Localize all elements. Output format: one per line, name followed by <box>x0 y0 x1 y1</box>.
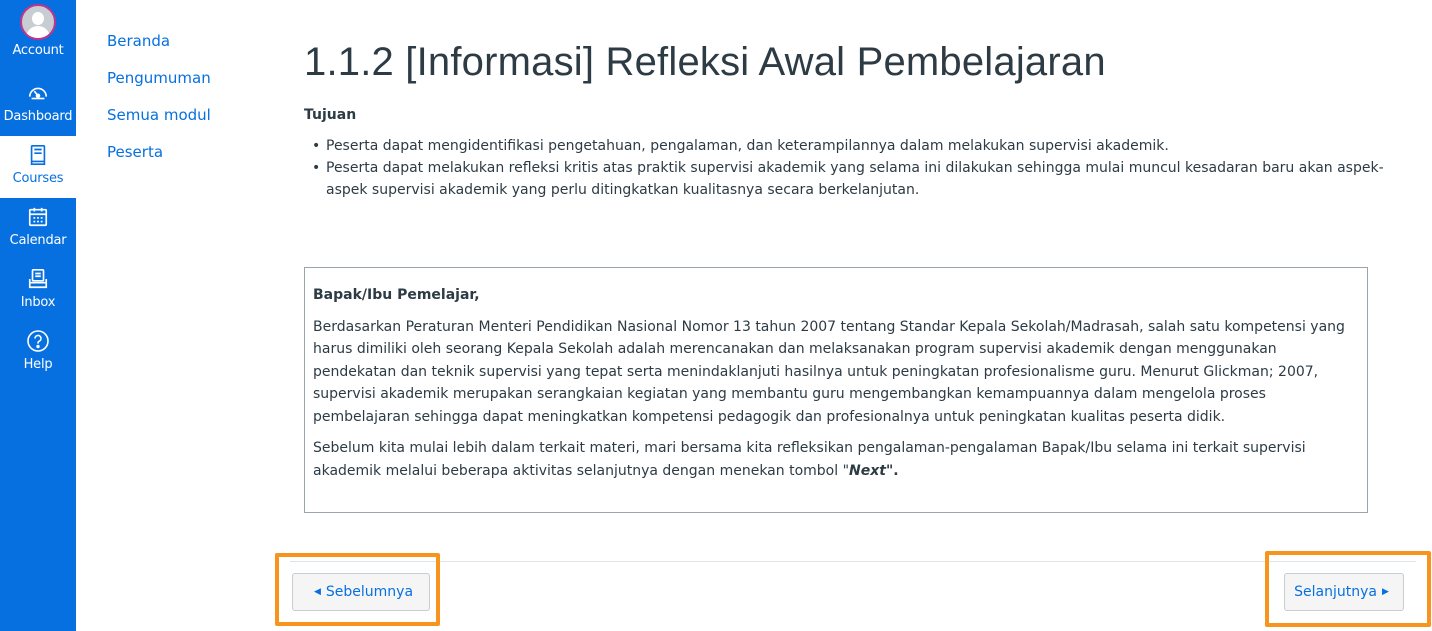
nav-courses-label: Courses <box>12 171 64 186</box>
nav-help-label: Help <box>23 357 53 372</box>
course-nav: Beranda Pengumuman Semua modul Peserta <box>107 30 267 178</box>
nav-account-label: Account <box>12 43 64 58</box>
course-nav-pengumuman[interactable]: Pengumuman <box>107 67 267 104</box>
objective-item: Peserta dapat mengidentifikasi pengetahu… <box>304 135 1394 157</box>
section-heading-tujuan: Tujuan <box>304 107 357 123</box>
caret-right-icon: ▶ <box>1381 587 1389 597</box>
nav-dashboard-label: Dashboard <box>3 109 73 124</box>
notice-greeting: Bapak/Ibu Pemelajar, <box>313 287 480 303</box>
next-emphasis: Next <box>849 462 886 479</box>
objective-item: Peserta dapat melakukan refleksi kritis … <box>304 157 1394 201</box>
nav-calendar-label: Calendar <box>9 233 67 248</box>
nav-account[interactable]: Account <box>0 0 76 82</box>
notice-paragraph: Berdasarkan Peraturan Menteri Pendidikan… <box>313 318 1345 425</box>
inbox-icon <box>25 266 51 292</box>
objectives-list: Peserta dapat mengidentifikasi pengetahu… <box>304 135 1394 201</box>
calendar-icon <box>25 204 51 230</box>
help-icon <box>25 328 51 354</box>
nav-help[interactable]: Help <box>0 322 76 384</box>
book-icon <box>25 142 51 168</box>
account-avatar <box>20 4 56 40</box>
nav-dashboard[interactable]: Dashboard <box>0 74 76 136</box>
notice-paragraph: Sebelum kita mulai lebih dalam terkait m… <box>313 437 1359 482</box>
course-nav-semua-modul[interactable]: Semua modul <box>107 104 267 141</box>
notice-box: Bapak/Ibu Pemelajar, Berdasarkan Peratur… <box>304 267 1368 513</box>
next-button-label: Selanjutnya <box>1294 584 1377 600</box>
speedometer-icon <box>25 80 51 106</box>
page-content: 1.1.2 [Informasi] Refleksi Awal Pembelaj… <box>304 40 1394 201</box>
nav-courses[interactable]: Courses <box>0 136 76 198</box>
page-title: 1.1.2 [Informasi] Refleksi Awal Pembelaj… <box>304 40 1106 84</box>
footer-divider <box>290 561 1416 562</box>
nav-inbox-label: Inbox <box>20 295 56 310</box>
nav-inbox[interactable]: Inbox <box>0 260 76 322</box>
notice-text-end: ". <box>885 462 899 479</box>
next-button[interactable]: Selanjutnya ▶ <box>1284 573 1404 611</box>
course-nav-peserta[interactable]: Peserta <box>107 141 267 178</box>
previous-button[interactable]: ◀ Sebelumnya <box>292 573 430 611</box>
caret-left-icon: ◀ <box>313 587 321 597</box>
previous-button-label: Sebelumnya <box>325 584 414 600</box>
course-nav-beranda[interactable]: Beranda <box>107 30 267 67</box>
notice-text: Sebelum kita mulai lebih dalam terkait m… <box>313 440 1306 479</box>
global-nav: Account Dashboard Courses Calendar Inbox… <box>0 0 76 631</box>
nav-calendar[interactable]: Calendar <box>0 198 76 260</box>
